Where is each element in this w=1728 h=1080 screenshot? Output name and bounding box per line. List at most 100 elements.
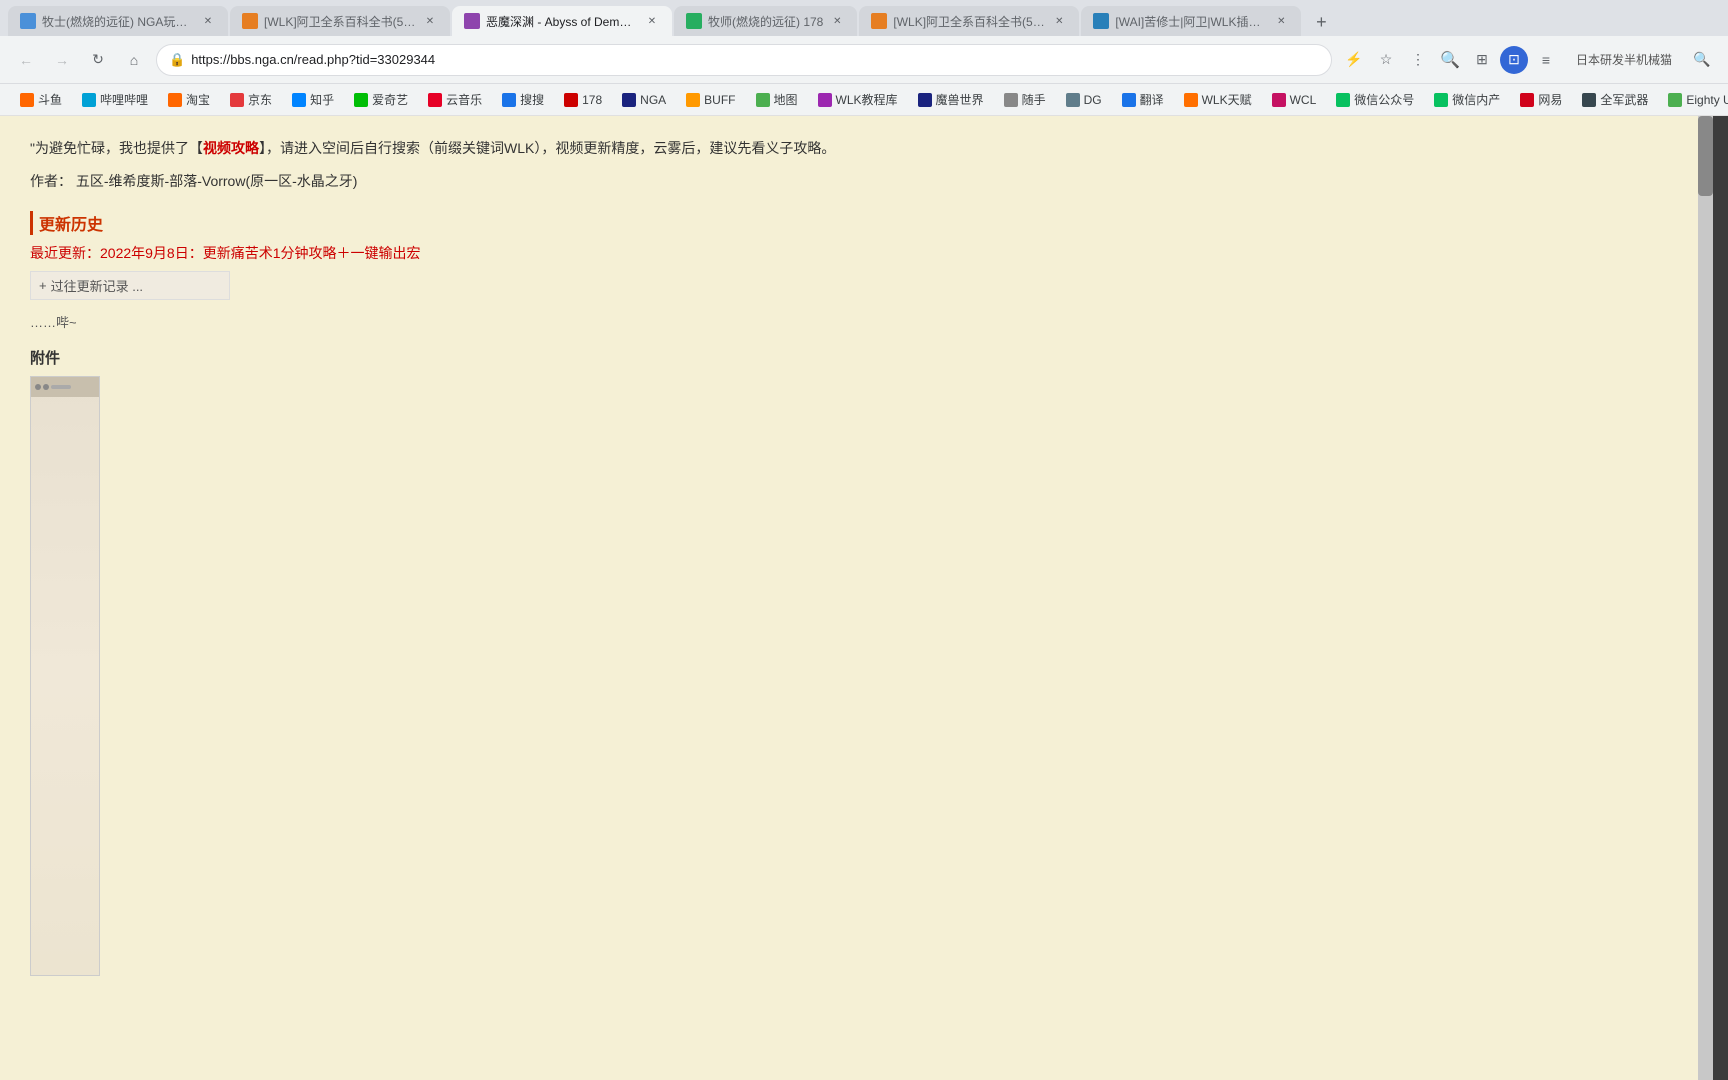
bookmark-douyu[interactable]: 斗鱼: [12, 88, 70, 111]
reload-button[interactable]: ↻: [84, 46, 112, 74]
thumb-dot-3: [51, 385, 71, 389]
bookmark-star[interactable]: ☆: [1372, 46, 1400, 74]
section-update-history: 更新历史: [30, 211, 1310, 235]
bookmark-label: 淘宝: [186, 91, 210, 108]
tab-close-3[interactable]: ✕: [644, 13, 660, 29]
bookmark-label: 178: [582, 93, 602, 107]
address-bar[interactable]: 🔒 https://bbs.nga.cn/read.php?tid=330293…: [156, 44, 1332, 76]
attachment-section-title: 附件: [30, 347, 1310, 368]
tab-favicon-4: [686, 13, 702, 29]
back-button[interactable]: ←: [12, 46, 40, 74]
thumb-dot-2: [43, 384, 49, 390]
wcl-favicon: [1272, 93, 1286, 107]
bookmark-label: WLK教程库: [836, 91, 898, 108]
attachment-thumbnail[interactable]: [30, 376, 100, 976]
tab-close-4[interactable]: ✕: [829, 13, 845, 29]
tab-favicon-5: [871, 13, 887, 29]
scrollbar-thumb[interactable]: [1698, 116, 1713, 196]
bookmark-label: 网易: [1538, 91, 1562, 108]
tab-3[interactable]: 恶魔深渊 - Abyss of Demons ✕: [452, 6, 672, 36]
taobao-favicon: [168, 93, 182, 107]
tab-close-1[interactable]: ✕: [200, 13, 216, 29]
bookmark-taobao[interactable]: 淘宝: [160, 88, 218, 111]
tab-label-2: [WLK]阿卫全系百科全书(5万字...: [264, 13, 416, 30]
nav-search-icon[interactable]: 🔍: [1688, 46, 1716, 74]
bookmark-map[interactable]: 地图: [748, 88, 806, 111]
forward-button[interactable]: →: [48, 46, 76, 74]
profile-button[interactable]: ⊡: [1500, 46, 1528, 74]
bookmark-label: WCL: [1290, 93, 1317, 107]
browser-window: 牧士(燃烧的远征) NGA玩家社区 ✕ [WLK]阿卫全系百科全书(5万字...…: [0, 0, 1728, 1080]
bookmark-aiqiyi[interactable]: 爱奇艺: [346, 88, 416, 111]
tab-label-1: 牧士(燃烧的远征) NGA玩家社区: [42, 13, 194, 30]
author-line: 作者： 五区-维希度斯-部落-Vorrow(原一区-水晶之牙): [30, 171, 1310, 191]
bookmark-sousou[interactable]: 搜搜: [494, 88, 552, 111]
bookmark-label: 随手: [1022, 91, 1046, 108]
bookmark-buff[interactable]: BUFF: [678, 90, 743, 110]
history-toggle-label: 过往更新记录 ...: [51, 276, 143, 295]
tab-2[interactable]: [WLK]阿卫全系百科全书(5万字... ✕: [230, 6, 450, 36]
bookmark-eightyup[interactable]: Eighty Up...: [1660, 90, 1728, 110]
video-link[interactable]: 视频攻略: [203, 140, 259, 156]
translate-favicon: [1122, 93, 1136, 107]
bookmark-label: Eighty Up...: [1686, 93, 1728, 107]
bookmark-wow[interactable]: 魔兽世界: [910, 88, 992, 111]
178-favicon: [564, 93, 578, 107]
bookmark-wcl[interactable]: WCL: [1264, 90, 1325, 110]
content-wrapper: "为避免忙碌，我也提供了【视频攻略】，请进入空间后自行搜索（前缀关键词WLK），…: [30, 136, 1310, 976]
latest-update-text: 最近更新：2022年9月8日：更新痛苦术1分钟攻略＋一键输出宏: [30, 243, 1310, 263]
extensions-button[interactable]: ⚡: [1340, 46, 1368, 74]
bookmark-zhihu[interactable]: 知乎: [284, 88, 342, 111]
bookmark-translate[interactable]: 翻译: [1114, 88, 1172, 111]
tab-6[interactable]: [WAI]苦修士|阿卫|WLK插件#... ✕: [1081, 6, 1301, 36]
tab-close-6[interactable]: ✕: [1273, 13, 1289, 29]
wlk-favicon: [818, 93, 832, 107]
page-scrollbar[interactable]: [1698, 116, 1713, 1080]
attachment-container: [30, 376, 1310, 976]
ellipsis-text: ……哔~: [30, 312, 1310, 331]
bookmark-weixin2[interactable]: 微信内产: [1426, 88, 1508, 111]
bookmark-label: 翻译: [1140, 91, 1164, 108]
tab-label-5: [WLK]阿卫全系百科全书(5万字...: [893, 13, 1045, 30]
tab-4[interactable]: 牧师(燃烧的远征) 178 ✕: [674, 6, 857, 36]
douyu-favicon: [20, 93, 34, 107]
jd-favicon: [230, 93, 244, 107]
bookmark-bilibili[interactable]: 哔哩哔哩: [74, 88, 156, 111]
new-tab-button[interactable]: +: [1307, 8, 1335, 36]
more-button[interactable]: ⋮: [1404, 46, 1432, 74]
bookmark-jd[interactable]: 京东: [222, 88, 280, 111]
history-toggle-button[interactable]: + 过往更新记录 ...: [30, 271, 230, 300]
tab-label-6: [WAI]苦修士|阿卫|WLK插件#...: [1115, 13, 1267, 30]
bookmark-cloudmusic[interactable]: 云音乐: [420, 88, 490, 111]
bookmark-weapons[interactable]: 全军武器: [1574, 88, 1656, 111]
bookmark-label: 搜搜: [520, 91, 544, 108]
address-text: https://bbs.nga.cn/read.php?tid=33029344: [191, 52, 1319, 67]
weixin2-favicon: [1434, 93, 1448, 107]
bookmark-163[interactable]: 网易: [1512, 88, 1570, 111]
author-name-text: 五区-维希度斯-部落-Vorrow(原一区-水晶之牙): [76, 173, 358, 189]
external-label: 日本研发半机械猫: [1568, 51, 1680, 68]
bookmark-wechat[interactable]: 微信公众号: [1328, 88, 1422, 111]
bookmark-nga[interactable]: NGA: [614, 90, 674, 110]
bookmark-wlktalent[interactable]: WLK天赋: [1176, 88, 1260, 111]
bookmark-label: 微信内产: [1452, 91, 1500, 108]
search-button[interactable]: 🔍: [1436, 46, 1464, 74]
bookmark-178[interactable]: 178: [556, 90, 610, 110]
tab-close-5[interactable]: ✕: [1051, 13, 1067, 29]
tab-1[interactable]: 牧士(燃烧的远征) NGA玩家社区 ✕: [8, 6, 228, 36]
page-content: "为避免忙碌，我也提供了【视频攻略】，请进入空间后自行搜索（前缀关键词WLK），…: [0, 116, 1698, 1080]
bookmark-label: 微信公众号: [1354, 91, 1414, 108]
grid-apps-button[interactable]: ⊞: [1468, 46, 1496, 74]
tab-menu-button[interactable]: ≡: [1532, 46, 1560, 74]
tab-5[interactable]: [WLK]阿卫全系百科全书(5万字... ✕: [859, 6, 1079, 36]
home-button[interactable]: ⌂: [120, 46, 148, 74]
bookmark-label: DG: [1084, 93, 1102, 107]
sousou-favicon: [502, 93, 516, 107]
notice-paragraph: "为避免忙碌，我也提供了【视频攻略】，请进入空间后自行搜索（前缀关键词WLK），…: [30, 136, 1310, 161]
bookmark-wlk[interactable]: WLK教程库: [810, 88, 906, 111]
bookmark-label: 全军武器: [1600, 91, 1648, 108]
tab-close-2[interactable]: ✕: [422, 13, 438, 29]
bookmark-dg[interactable]: DG: [1058, 90, 1110, 110]
bookmark-suishou[interactable]: 随手: [996, 88, 1054, 111]
163-favicon: [1520, 93, 1534, 107]
